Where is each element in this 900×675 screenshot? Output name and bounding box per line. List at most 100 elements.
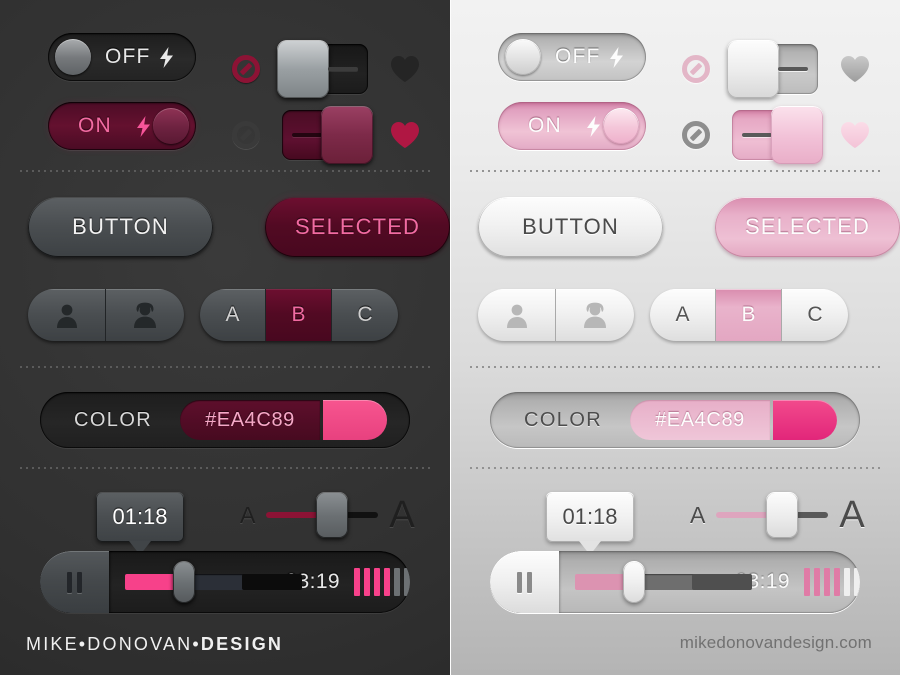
dark-button-selected[interactable]: SELECTED: [265, 197, 450, 257]
font-large-label: A: [389, 493, 415, 536]
toggle-label: OFF: [555, 45, 601, 68]
toggle-knob[interactable]: [55, 39, 91, 75]
dark-tooltip-wrap: 01:18: [96, 492, 184, 542]
light-square-switch-off[interactable]: [727, 40, 818, 98]
heart-icon[interactable]: [390, 55, 420, 83]
heart-icon[interactable]: [840, 121, 870, 149]
switch-knob[interactable]: [321, 106, 373, 164]
light-media-player: 03:19: [490, 551, 860, 613]
light-person-segmented: [478, 289, 634, 341]
dark-theme-panel: OFF ON BUTTON SELECTED A B C COLOR #EA4C…: [0, 0, 450, 675]
divider: [18, 170, 432, 172]
person-female-icon[interactable]: [556, 289, 634, 341]
toggle-knob[interactable]: [153, 108, 189, 144]
slider-track[interactable]: [716, 492, 829, 538]
progress-knob[interactable]: [622, 561, 645, 603]
toggle-knob[interactable]: [505, 39, 541, 75]
player-progress-track[interactable]: [574, 551, 752, 613]
color-swatch[interactable]: [773, 400, 837, 440]
pause-bar: [66, 571, 72, 593]
equalizer-meter[interactable]: [804, 568, 860, 596]
dark-color-picker[interactable]: COLOR #EA4C89: [40, 392, 410, 448]
segment-b[interactable]: B: [266, 289, 332, 341]
dark-toggle-on[interactable]: ON: [48, 102, 196, 150]
light-abc-segmented: A B C: [650, 289, 848, 341]
dark-player-row: 03:19: [40, 551, 410, 613]
light-misc-row-bottom: [682, 106, 870, 164]
eq-bar: [384, 568, 390, 596]
eq-bar: [814, 568, 820, 596]
dark-square-switch-off[interactable]: [277, 40, 368, 98]
toggle-knob[interactable]: [603, 108, 639, 144]
light-square-switch-on[interactable]: [732, 106, 823, 164]
segmented-control-person[interactable]: [28, 289, 184, 341]
slider-track[interactable]: [266, 492, 379, 538]
divider: [468, 366, 882, 368]
pause-bar: [516, 571, 522, 593]
segmented-control-abc[interactable]: A B C: [650, 289, 848, 341]
heart-icon[interactable]: [390, 121, 420, 149]
bolt-icon: [609, 46, 624, 68]
segmented-control-person[interactable]: [478, 289, 634, 341]
light-misc-row-top: [682, 40, 870, 98]
pause-icon[interactable]: [40, 551, 109, 613]
light-toggle-off[interactable]: OFF: [498, 33, 646, 81]
player-progress-track[interactable]: [124, 551, 302, 613]
slider-knob[interactable]: [316, 492, 349, 538]
dark-font-size-slider[interactable]: A A: [240, 492, 415, 538]
dark-toggle-on-row: ON: [48, 102, 196, 150]
light-color-picker[interactable]: COLOR #EA4C89: [490, 392, 860, 448]
segmented-control-abc[interactable]: A B C: [200, 289, 398, 341]
progress-knob[interactable]: [172, 561, 195, 603]
color-hex-input[interactable]: #EA4C89: [180, 400, 320, 440]
dark-toggle-off-row: OFF: [48, 33, 196, 81]
dark-color-row: COLOR #EA4C89: [40, 392, 410, 448]
divider: [468, 170, 882, 172]
toggle-label: OFF: [105, 45, 151, 68]
segment-b[interactable]: B: [716, 289, 782, 341]
ui-kit-showcase: OFF ON BUTTON SELECTED A B C COLOR #EA4C…: [0, 0, 900, 675]
progress-remainder: [241, 574, 302, 590]
person-female-icon[interactable]: [106, 289, 184, 341]
divider: [468, 467, 882, 469]
no-entry-icon[interactable]: [682, 55, 710, 83]
color-hex-input[interactable]: #EA4C89: [630, 400, 770, 440]
no-entry-icon[interactable]: [682, 121, 710, 149]
dark-media-player: 03:19: [40, 551, 410, 613]
dark-misc-row-top: [232, 40, 420, 98]
pause-icon[interactable]: [490, 551, 559, 613]
segment-c[interactable]: C: [782, 289, 848, 341]
switch-knob[interactable]: [277, 40, 329, 98]
pause-bar: [526, 571, 532, 593]
pause-bar: [76, 571, 82, 593]
dark-toggle-off[interactable]: OFF: [48, 33, 196, 81]
heart-icon[interactable]: [840, 55, 870, 83]
brand-prefix: MIKE•DONOVAN•: [26, 634, 201, 654]
person-male-icon[interactable]: [28, 289, 106, 341]
person-male-icon[interactable]: [478, 289, 556, 341]
segment-a[interactable]: A: [650, 289, 716, 341]
light-toggle-on[interactable]: ON: [498, 102, 646, 150]
dark-button[interactable]: BUTTON: [28, 197, 213, 257]
switch-knob[interactable]: [727, 40, 779, 98]
no-entry-icon[interactable]: [232, 55, 260, 83]
switch-knob[interactable]: [771, 106, 823, 164]
eq-bar: [844, 568, 850, 596]
divider: [18, 366, 432, 368]
equalizer-meter[interactable]: [354, 568, 410, 596]
dark-time-tooltip: 01:18: [96, 492, 184, 542]
slider-knob[interactable]: [766, 492, 799, 538]
light-font-size-slider[interactable]: A A: [690, 492, 865, 538]
light-button[interactable]: BUTTON: [478, 197, 663, 257]
no-entry-icon[interactable]: [232, 121, 260, 149]
light-button-selected[interactable]: SELECTED: [715, 197, 900, 257]
toggle-label: ON: [78, 114, 112, 137]
color-label: COLOR: [524, 408, 603, 431]
progress-remainder: [691, 574, 752, 590]
eq-bar: [394, 568, 400, 596]
light-color-row: COLOR #EA4C89: [490, 392, 860, 448]
dark-square-switch-on[interactable]: [282, 106, 373, 164]
segment-c[interactable]: C: [332, 289, 398, 341]
segment-a[interactable]: A: [200, 289, 266, 341]
color-swatch[interactable]: [323, 400, 387, 440]
